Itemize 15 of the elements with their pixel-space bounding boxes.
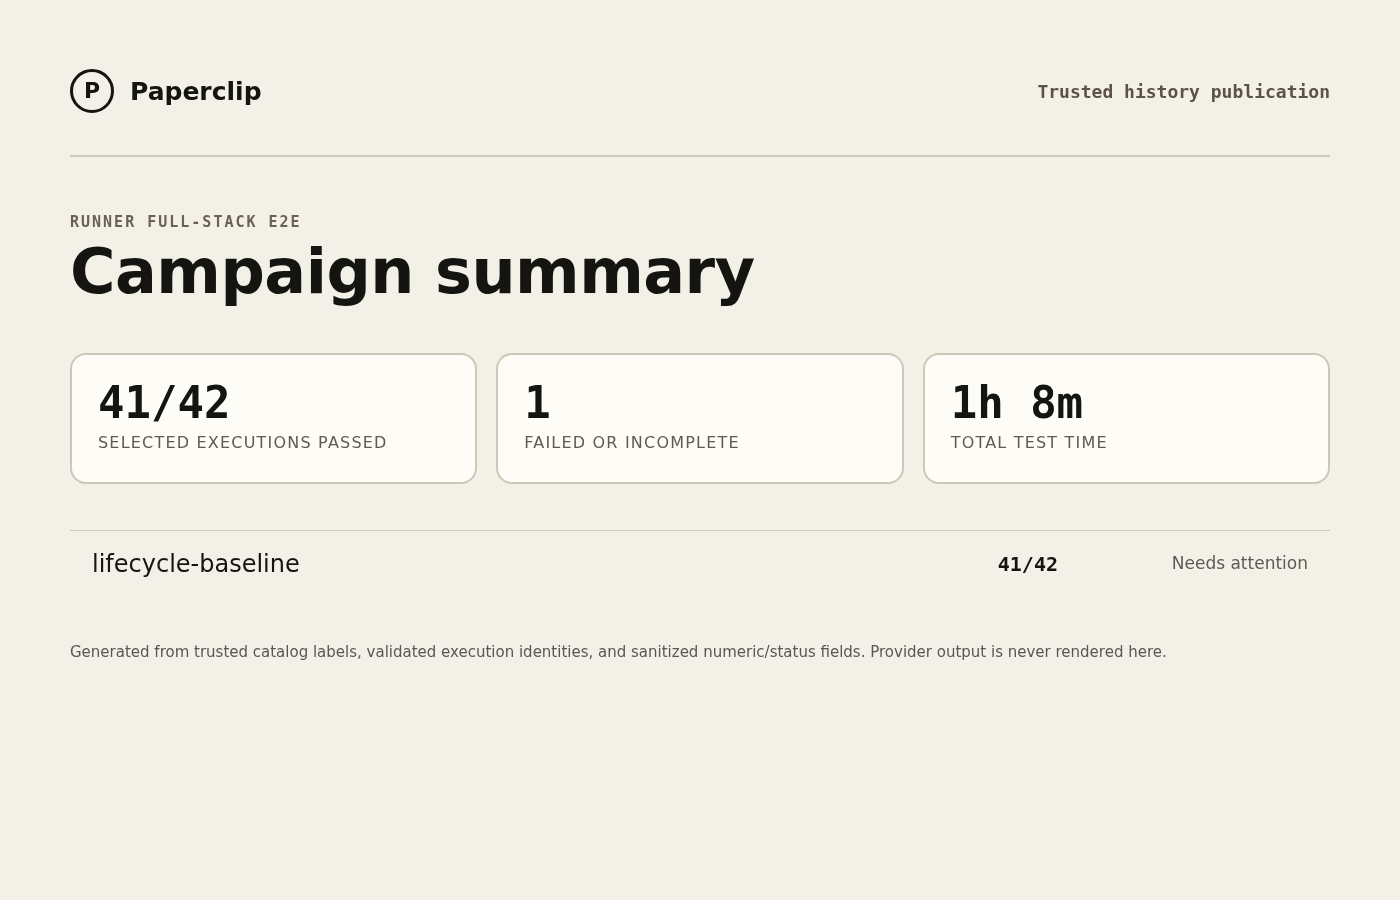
stat-label: TOTAL TEST TIME xyxy=(950,435,1109,452)
stat-value: 41/42 xyxy=(98,377,232,430)
header-tagline: Trusted history publication xyxy=(1037,79,1330,104)
stat-label: SELECTED EXECUTIONS PASSED xyxy=(98,435,389,452)
footnote: Generated from trusted catalog labels, validated execution identities, and sanitized numeric/status fields. Provider output is never rendered here. xyxy=(70,642,1168,664)
campaign-pass-count: 41/42 xyxy=(997,551,1059,579)
logo-mark-icon: P xyxy=(70,69,114,113)
campaign-status: Needs attention xyxy=(1171,552,1308,576)
section-eyebrow: RUNNER FULL-STACK E2E xyxy=(70,215,303,230)
brand-name: Paperclip xyxy=(130,78,262,104)
stat-value: 1h 8m xyxy=(950,377,1085,430)
page-title: Campaign summary xyxy=(70,238,756,307)
campaign-name: lifecycle-baseline xyxy=(92,549,301,581)
stat-value: 1 xyxy=(524,377,552,430)
stat-label: FAILED OR INCOMPLETE xyxy=(524,435,741,452)
